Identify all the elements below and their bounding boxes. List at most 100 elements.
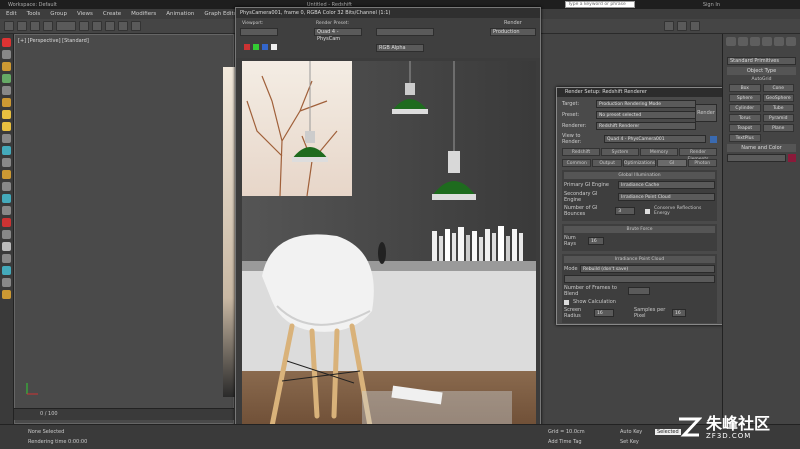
object-type-header[interactable]: Object Type xyxy=(727,67,796,75)
selection-filter[interactable] xyxy=(56,21,76,31)
redo-icon[interactable] xyxy=(17,21,27,31)
tool-icon-4[interactable] xyxy=(2,86,11,95)
show-calculation-checkbox[interactable] xyxy=(564,299,569,305)
tool-icon-3[interactable] xyxy=(2,74,11,83)
workspace-label[interactable]: Workspace: Default xyxy=(8,2,57,8)
tool-icon-2[interactable] xyxy=(2,62,11,71)
production-dropdown[interactable]: Production xyxy=(490,28,536,36)
tab-render-elements[interactable]: Render Elements xyxy=(679,148,717,162)
render-button[interactable]: Render xyxy=(504,20,524,28)
menu-item-5[interactable]: Modifiers xyxy=(131,11,156,17)
tool-icon-20[interactable] xyxy=(2,278,11,287)
select-icon[interactable] xyxy=(79,21,89,31)
tool-icon-21[interactable] xyxy=(2,290,11,299)
create-tab-icon[interactable] xyxy=(726,37,736,46)
menu-item-4[interactable]: Create xyxy=(103,11,121,17)
view-to-render-dropdown[interactable]: Quad 4 - PhysCamera001 xyxy=(604,135,706,143)
red-channel-icon[interactable] xyxy=(244,44,250,50)
mode-dropdown[interactable]: Rebuild (don't save) xyxy=(580,265,715,273)
link-icon[interactable] xyxy=(30,21,40,31)
tube-button[interactable]: Tube xyxy=(762,104,794,112)
tab-memory[interactable]: Memory xyxy=(640,148,678,156)
hierarchy-tab-icon[interactable] xyxy=(750,37,760,46)
tool-icon-14[interactable] xyxy=(2,206,11,215)
set-key-button[interactable]: Set Key xyxy=(620,439,639,445)
scale-icon[interactable] xyxy=(131,21,141,31)
num-rays-spinner[interactable]: 16 xyxy=(588,237,604,245)
object-color-swatch[interactable] xyxy=(788,154,796,162)
tab-photon[interactable]: Photon xyxy=(687,159,717,167)
tool-icon-1[interactable] xyxy=(2,50,11,59)
render-icon[interactable] xyxy=(690,21,700,31)
alpha-channel-icon[interactable] xyxy=(271,44,277,50)
tool-icon-6[interactable] xyxy=(2,110,11,119)
plane-button[interactable]: Plane xyxy=(762,124,794,132)
renderer-dropdown[interactable]: Redshift Renderer xyxy=(596,122,696,130)
utilities-tab-icon[interactable] xyxy=(786,37,796,46)
tab-system[interactable]: System xyxy=(601,148,639,156)
move-icon[interactable] xyxy=(105,21,115,31)
samples-spinner[interactable]: 16 xyxy=(672,309,686,317)
tab-optimizations[interactable]: Optimizations xyxy=(622,159,657,167)
textplus-button[interactable]: TextPlus xyxy=(729,134,761,142)
tool-icon-10[interactable] xyxy=(2,158,11,167)
blue-channel-icon[interactable] xyxy=(262,44,268,50)
tool-icon-15[interactable] xyxy=(2,218,11,227)
render-setup-icon[interactable] xyxy=(664,21,674,31)
render-button[interactable]: Render xyxy=(695,104,717,122)
tool-icon-19[interactable] xyxy=(2,266,11,275)
cache-file-field[interactable] xyxy=(564,275,715,283)
lock-view-icon[interactable] xyxy=(710,135,717,143)
time-slider[interactable]: 0 / 100 xyxy=(14,408,234,420)
tool-icon-16[interactable] xyxy=(2,230,11,239)
tool-icon-8[interactable] xyxy=(2,134,11,143)
tool-icon-5[interactable] xyxy=(2,98,11,107)
tab-common[interactable]: Common xyxy=(562,159,592,167)
tool-icon-13[interactable] xyxy=(2,194,11,203)
menu-item-0[interactable]: Edit xyxy=(6,11,17,17)
primary-gi-dropdown[interactable]: Irradiance Cache xyxy=(618,181,715,189)
screen-radius-spinner[interactable]: 16 xyxy=(594,309,614,317)
menu-item-2[interactable]: Group xyxy=(50,11,67,17)
name-color-header[interactable]: Name and Color xyxy=(727,144,796,152)
render-frame-icon[interactable] xyxy=(677,21,687,31)
auto-key-button[interactable]: Auto Key xyxy=(620,429,642,435)
target-dropdown[interactable]: Production Rendering Mode xyxy=(596,100,696,108)
cone-button[interactable]: Cone xyxy=(762,84,794,92)
menu-item-1[interactable]: Tools xyxy=(27,11,41,17)
tool-icon-7[interactable] xyxy=(2,122,11,131)
area-dropdown[interactable] xyxy=(240,28,278,36)
viewport-label[interactable]: [+] [Perspective] [Standard] xyxy=(18,38,89,44)
teapot-button[interactable]: Teapot xyxy=(729,124,761,132)
menu-item-6[interactable]: Animation xyxy=(166,11,194,17)
undo-icon[interactable] xyxy=(4,21,14,31)
add-time-tag-button[interactable]: Add Time Tag xyxy=(548,439,582,445)
tool-icon-12[interactable] xyxy=(2,182,11,191)
perspective-viewport[interactable]: [+] [Perspective] [Standard] xyxy=(14,34,237,424)
geosphere-button[interactable]: GeoSphere xyxy=(762,94,794,102)
preset-dropdown[interactable]: No preset selected xyxy=(596,111,696,119)
unlink-icon[interactable] xyxy=(43,21,53,31)
display-tab-icon[interactable] xyxy=(774,37,784,46)
cylinder-button[interactable]: Cylinder xyxy=(729,104,761,112)
menu-item-3[interactable]: Views xyxy=(77,11,93,17)
tab-output[interactable]: Output xyxy=(592,159,622,167)
tool-icon-18[interactable] xyxy=(2,254,11,263)
search-input[interactable]: Type a keyword or phrase xyxy=(565,1,635,8)
autogrid-checkbox[interactable]: AutoGrid xyxy=(723,77,800,82)
secondary-gi-dropdown[interactable]: Irradiance Point Cloud xyxy=(618,193,715,201)
modify-tab-icon[interactable] xyxy=(738,37,748,46)
conserve-checkbox[interactable] xyxy=(645,208,651,214)
tool-icon-11[interactable] xyxy=(2,170,11,179)
motion-tab-icon[interactable] xyxy=(762,37,772,46)
tool-icon-17[interactable] xyxy=(2,242,11,251)
category-dropdown[interactable]: Standard Primitives xyxy=(727,57,796,65)
frames-blend-spinner[interactable] xyxy=(628,287,650,295)
tab-redshift[interactable]: Redshift xyxy=(562,148,600,156)
select-by-name-icon[interactable] xyxy=(92,21,102,31)
gi-bounces-spinner[interactable]: 3 xyxy=(615,207,636,215)
viewport-dropdown[interactable]: Quad 4 - PhysCam xyxy=(314,28,362,42)
box-button[interactable]: Box xyxy=(729,84,761,92)
brute-force-header[interactable]: Brute Force xyxy=(564,226,715,233)
sphere-button[interactable]: Sphere xyxy=(729,94,761,102)
